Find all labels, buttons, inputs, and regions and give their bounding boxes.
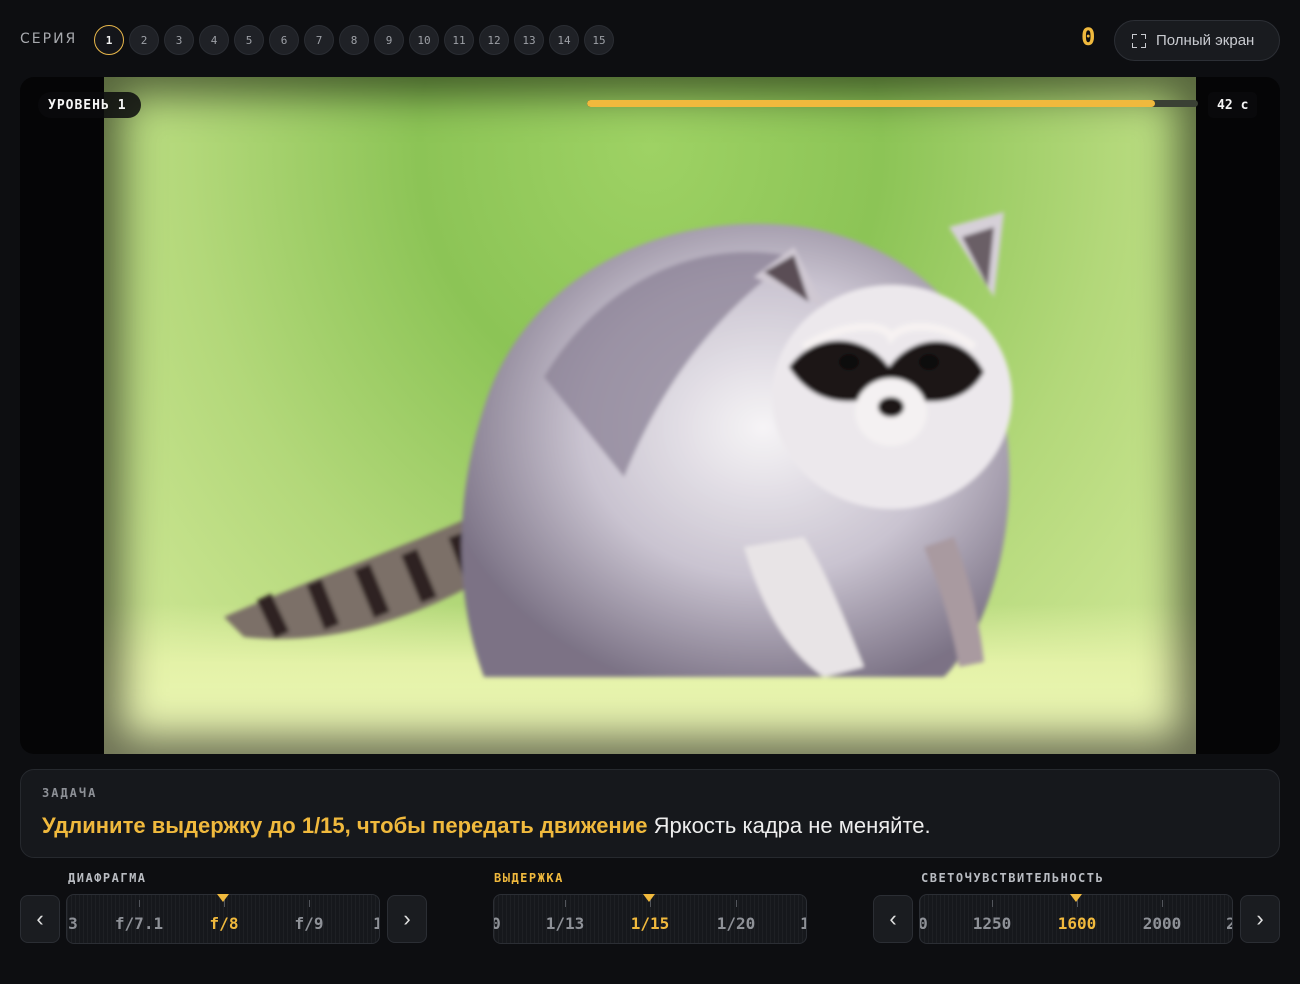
shutter-pointer <box>643 894 655 902</box>
shutter-edge-right: 1 <box>800 914 806 933</box>
series-item-3[interactable]: 3 <box>164 25 194 55</box>
iso-edge-left: 0 <box>919 914 928 933</box>
iso-option[interactable]: 1250 <box>973 914 1012 933</box>
level-badge: УРОВЕНЬ 1 <box>38 92 141 118</box>
fullscreen-button[interactable]: Полный экран <box>1114 20 1280 61</box>
aperture-pointer <box>217 894 229 902</box>
series-item-9[interactable]: 9 <box>374 25 404 55</box>
series-item-10[interactable]: 10 <box>409 25 439 55</box>
aperture-selected[interactable]: f/8 <box>210 914 239 933</box>
series-item-8[interactable]: 8 <box>339 25 369 55</box>
top-bar: СЕРИЯ 1 2 3 4 5 6 7 8 9 10 11 12 13 14 1… <box>0 0 1300 78</box>
series-item-2[interactable]: 2 <box>129 25 159 55</box>
series-item-6[interactable]: 6 <box>269 25 299 55</box>
shutter-selected[interactable]: 1/15 <box>631 914 670 933</box>
aperture-edge-left: 3 <box>68 914 78 933</box>
series-item-11[interactable]: 11 <box>444 25 474 55</box>
series-item-4[interactable]: 4 <box>199 25 229 55</box>
viewfinder: УРОВЕНЬ 1 42 с <box>20 77 1280 754</box>
iso-pointer <box>1070 894 1082 902</box>
aperture-label: ДИАФРАГМА <box>68 871 147 885</box>
chevron-left-icon: ‹ <box>889 906 897 931</box>
aperture-option[interactable]: f/9 <box>295 914 324 933</box>
fullscreen-icon <box>1132 33 1146 48</box>
shutter-edge-left: 0 <box>494 914 501 933</box>
task-label: ЗАДАЧА <box>42 786 98 800</box>
timer-progress-bar <box>587 100 1198 107</box>
series-item-7[interactable]: 7 <box>304 25 334 55</box>
task-text: Удлините выдержку до 1/15, чтобы передат… <box>42 813 931 839</box>
series-list: 1 2 3 4 5 6 7 8 9 10 11 12 13 14 15 <box>94 25 614 55</box>
series-item-15[interactable]: 15 <box>584 25 614 55</box>
scale-tick <box>139 900 140 907</box>
timer-unit: с <box>1240 97 1249 113</box>
scale-tick <box>736 900 737 907</box>
scale-tick <box>1162 900 1163 907</box>
iso-edge-right: 2 <box>1226 914 1232 933</box>
aperture-next-button[interactable]: › <box>387 895 427 943</box>
iso-prev-button[interactable]: ‹ <box>873 895 913 943</box>
scene-photo <box>104 77 1196 754</box>
level-label: УРОВЕНЬ <box>48 97 110 113</box>
iso-selected[interactable]: 1600 <box>1058 914 1097 933</box>
iso-option[interactable]: 2000 <box>1143 914 1182 933</box>
iso-label: СВЕТОЧУВСТВИТЕЛЬНОСТЬ <box>921 871 1105 885</box>
timer-readout: 42 с <box>1208 92 1258 118</box>
task-highlight: Удлините выдержку до 1/15, чтобы передат… <box>42 813 648 838</box>
aperture-option[interactable]: f/7.1 <box>115 914 163 933</box>
shutter-label: ВЫДЕРЖКА <box>494 871 564 885</box>
photo-vignette <box>104 77 1196 754</box>
scale-tick <box>992 900 993 907</box>
iso-next-button[interactable]: › <box>1240 895 1280 943</box>
series-item-12[interactable]: 12 <box>479 25 509 55</box>
task-panel: ЗАДАЧА Удлините выдержку до 1/15, чтобы … <box>20 769 1280 858</box>
aperture-prev-button[interactable]: ‹ <box>20 895 60 943</box>
chevron-left-icon: ‹ <box>36 906 44 931</box>
timer-progress-fill <box>587 100 1156 107</box>
series-item-5[interactable]: 5 <box>234 25 264 55</box>
fullscreen-label: Полный экран <box>1156 32 1255 49</box>
chevron-right-icon: › <box>1256 906 1264 931</box>
shutter-option[interactable]: 1/13 <box>546 914 585 933</box>
level-value: 1 <box>117 97 127 113</box>
series-item-1[interactable]: 1 <box>94 25 124 55</box>
scale-tick <box>309 900 310 907</box>
aperture-edge-right: 1 <box>373 914 379 933</box>
series-label: СЕРИЯ <box>20 31 78 47</box>
series-item-14[interactable]: 14 <box>549 25 579 55</box>
chevron-right-icon: › <box>403 906 411 931</box>
scale-tick <box>565 900 566 907</box>
series-item-13[interactable]: 13 <box>514 25 544 55</box>
timer-value: 42 <box>1217 97 1233 113</box>
shutter-option[interactable]: 1/20 <box>717 914 756 933</box>
task-note: Яркость кадра не меняйте. <box>653 813 931 838</box>
score: 0 <box>1081 23 1096 51</box>
